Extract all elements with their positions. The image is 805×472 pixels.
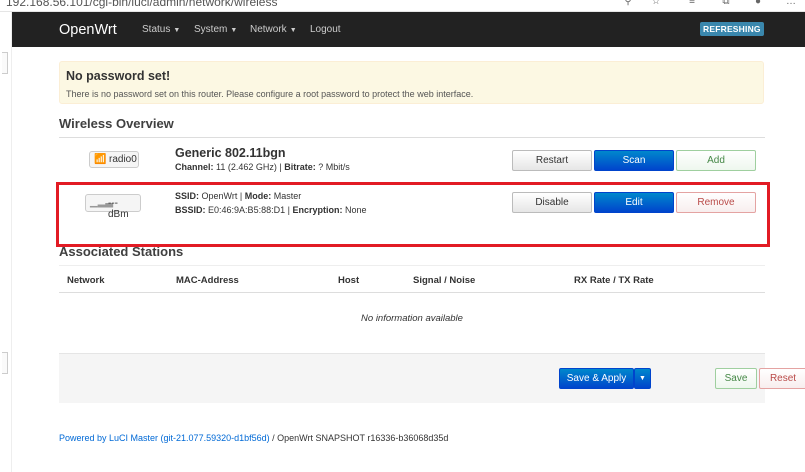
caret-down-icon: ▼ [639,375,646,382]
footer-version-text: / OpenWrt SNAPSHOT r16336-b36068d35d [269,433,449,443]
page-footer: Powered by LuCI Master (git-21.077.59320… [59,433,448,443]
column-header: MAC-Address [176,275,239,286]
chevron-down-icon: ▼ [289,27,297,34]
translate-icon[interactable]: ⚲ [622,0,634,7]
nav-logout[interactable]: Logout [310,24,341,35]
radio-badge-label: radio0 [109,154,137,165]
address-bar[interactable]: 192.168.56.101/cgi-bin/luci/admin/networ… [6,0,277,9]
chevron-down-icon: ▼ [230,27,238,34]
channel-value: 11 (2.462 GHz) [216,162,277,172]
left-sidebar-strip [0,12,12,472]
column-header: RX Rate / TX Rate [574,275,654,286]
refreshing-badge[interactable]: REFRESHING [700,22,764,36]
chevron-down-icon: ▼ [173,27,181,34]
scan-button[interactable]: Scan [594,150,674,171]
channel-label: Channel: [175,162,214,172]
top-navbar: OpenWrt Status ▼ System ▼ Network ▼ Logout … [12,12,805,47]
collections-icon[interactable]: ⧉ [720,0,732,7]
add-button[interactable]: Add [676,150,756,171]
associated-stations-table: Network MAC-Address Host Signal / Noise … [59,265,765,340]
page-actions-bar: Save & Apply ▼ Save Reset [59,353,805,403]
wireless-overview-heading: Wireless Overview [59,116,174,131]
reading-list-icon[interactable]: ≡ [686,0,698,7]
table-header-row: Network MAC-Address Host Signal / Noise … [59,265,765,293]
nav-system[interactable]: System ▼ [194,24,237,35]
device-details: Channel: 11 (2.462 GHz) | Bitrate: ? Mbi… [175,162,350,172]
reset-button[interactable]: Reset [759,368,805,389]
highlight-box [56,182,770,247]
column-header: Signal / Noise [413,275,476,286]
alert-title: No password set! [66,69,171,83]
save-apply-button[interactable]: Save & Apply [559,368,634,389]
bitrate-value: ? Mbit/s [318,162,350,172]
sidebar-tab[interactable] [2,52,8,74]
browser-toolbar: 192.168.56.101/cgi-bin/luci/admin/networ… [0,0,805,12]
column-header: Host [338,275,360,286]
section-divider [59,137,765,138]
more-menu-icon[interactable]: … [785,0,797,7]
radio-device-badge: 📶 radio0 [89,151,139,168]
no-password-alert: No password set! There is no password se… [59,61,764,104]
column-header: Network [67,275,105,286]
restart-button[interactable]: Restart [512,150,592,171]
luci-version-link[interactable]: Powered by LuCI Master (git-21.077.59320… [59,433,270,443]
nav-system-label: System [194,24,228,35]
wifi-radio-icon: 📶 [94,154,107,165]
nav-status[interactable]: Status ▼ [142,24,180,35]
bookmark-star-icon[interactable]: ☆ [650,0,662,7]
sidebar-tab[interactable] [2,352,8,374]
profile-avatar-icon[interactable]: ● [752,0,764,7]
device-name: Generic 802.11bgn [175,146,286,160]
nav-network-label: Network [250,24,287,35]
nav-network[interactable]: Network ▼ [250,24,297,35]
save-button[interactable]: Save [715,368,757,389]
empty-table-message: No information available [361,313,463,324]
alert-text: There is no password set on this router.… [66,89,474,99]
bitrate-label: Bitrate: [284,162,316,172]
nav-status-label: Status [142,24,171,35]
brand-logo[interactable]: OpenWrt [59,22,117,38]
save-apply-dropdown[interactable]: ▼ [634,368,651,389]
